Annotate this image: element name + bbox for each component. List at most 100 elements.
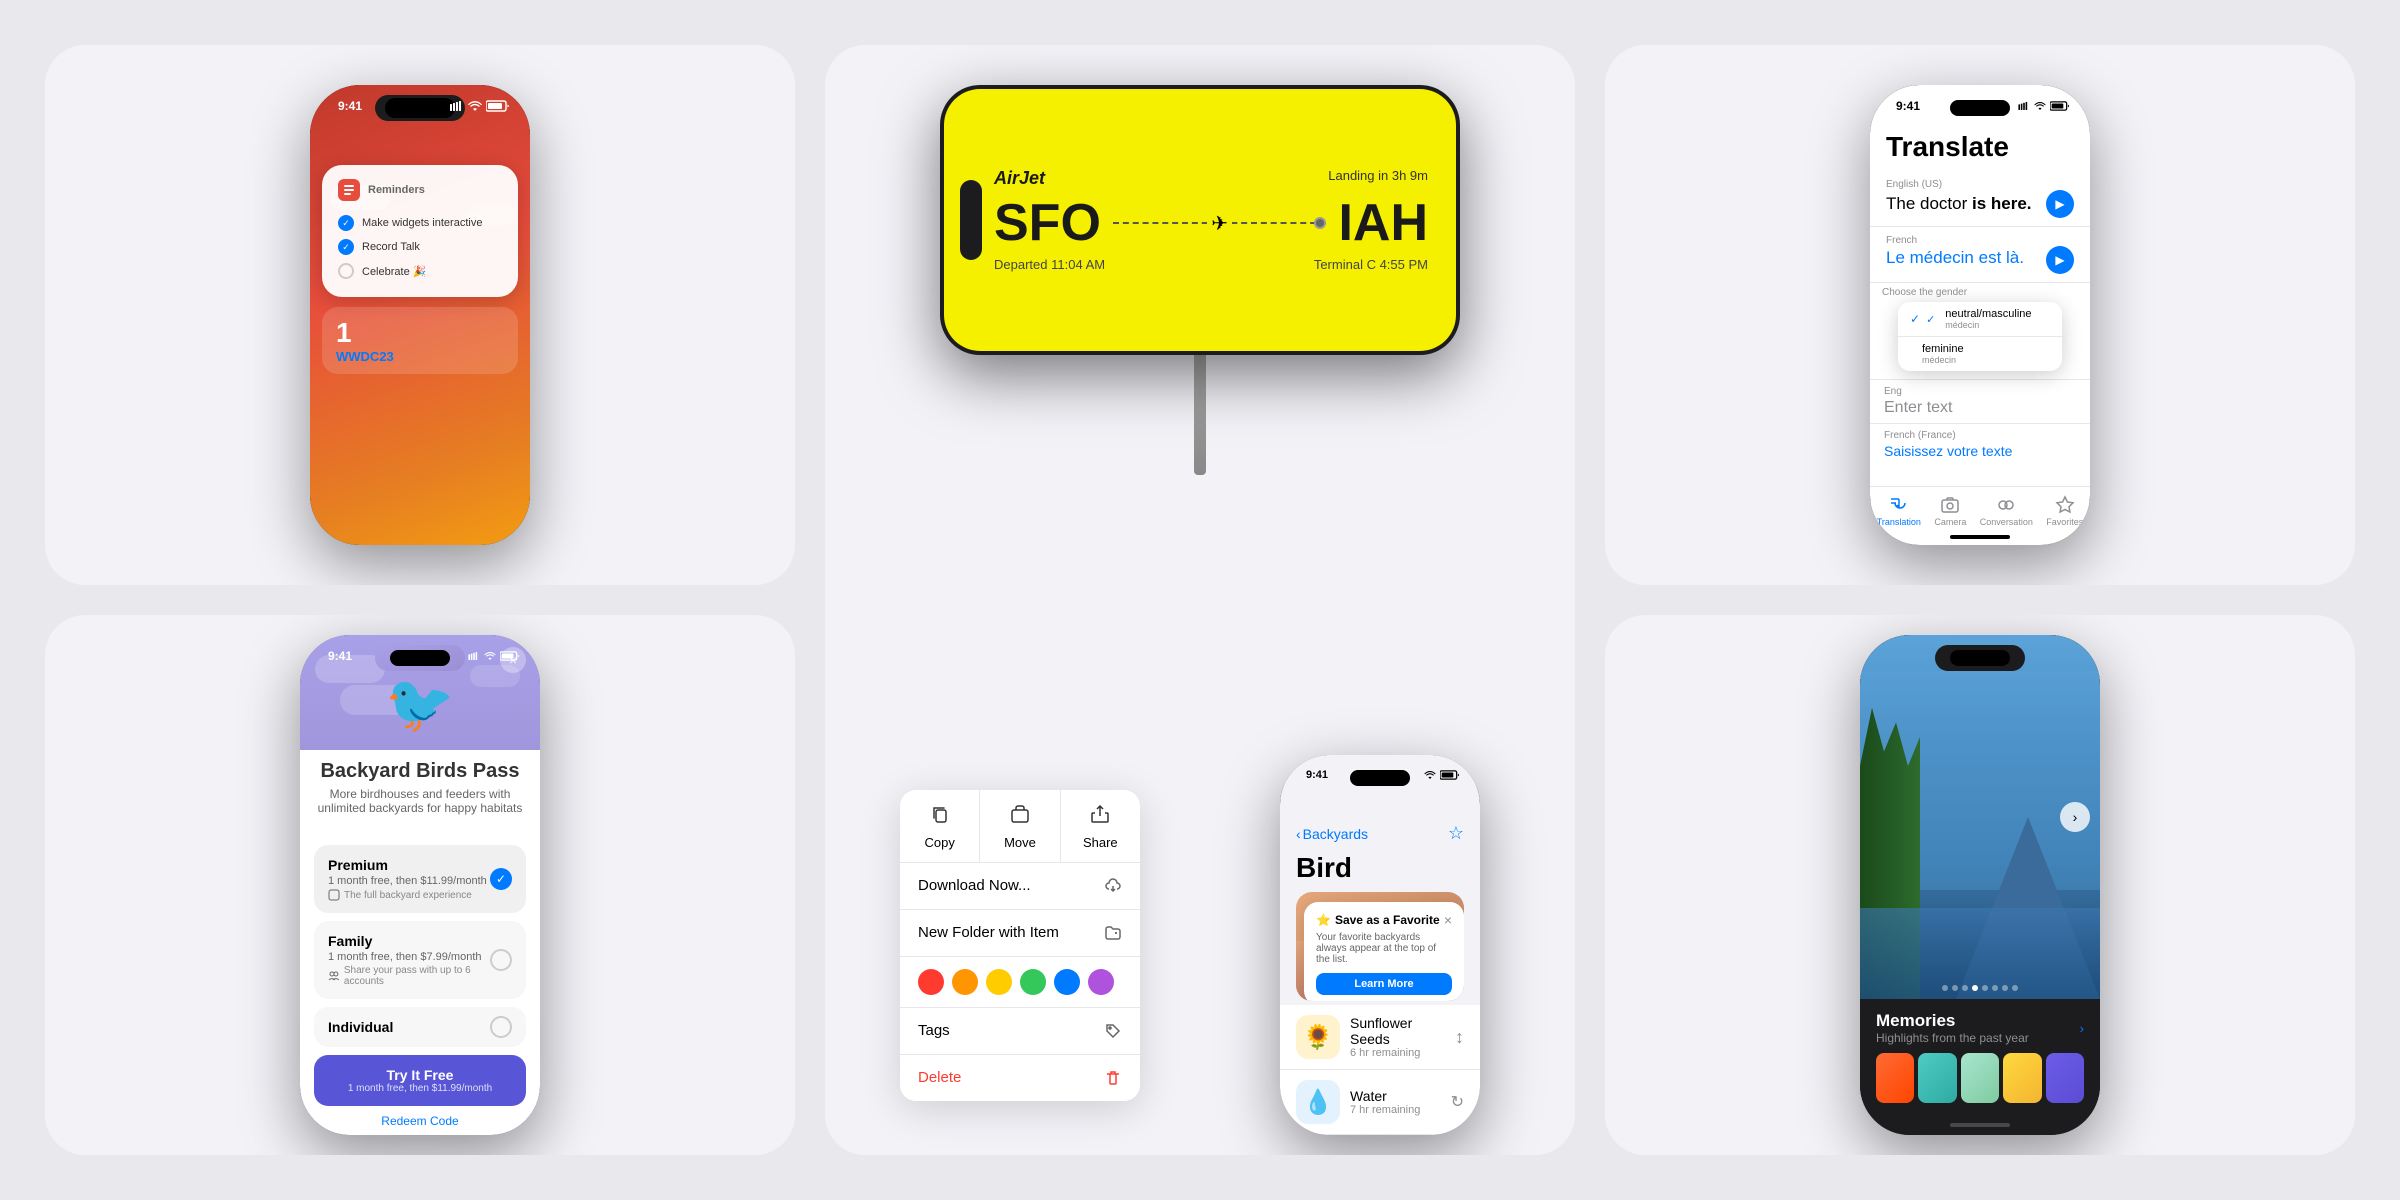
dot-1 (1942, 985, 1948, 991)
tab-favorites[interactable]: Favorites (2046, 495, 2083, 527)
sunflower-icon: 🌻 (1296, 1015, 1340, 1059)
memory-thumb-3[interactable] (1961, 1053, 1999, 1103)
translate-iphone: 9:41 Translate English (US) (1870, 85, 2090, 545)
tab-conversation[interactable]: Conversation (1980, 495, 2033, 527)
context-share-action[interactable]: Share (1061, 790, 1140, 862)
birds-plans-container: Premium 1 month free, then $11.99/month … (300, 835, 540, 1135)
translate-target-section: French (France) Saisissez votre texte (1870, 423, 2090, 465)
translate-target-input[interactable]: Saisissez votre texte (1884, 443, 2076, 459)
memories-subtitle: Highlights from the past year (1876, 1031, 2029, 1045)
reminders-screen: 9:41 (310, 85, 530, 545)
flight-arrow: ✈ (1113, 211, 1327, 236)
dropdown-feminine[interactable]: feminine médecin (1898, 337, 2062, 371)
memories-thumbnails (1876, 1053, 2084, 1103)
photos-iphone: › (1860, 635, 2100, 1135)
home-indicator-translate (1950, 535, 2010, 539)
target-lang2-label: French (France) (1884, 430, 2076, 441)
play-target-btn[interactable]: ▶ (2046, 246, 2074, 274)
play-source-btn[interactable]: ▶ (2046, 190, 2074, 218)
memories-title: Memories (1876, 1011, 2029, 1031)
backyards-favorite-btn[interactable]: ☆ (1448, 823, 1464, 844)
translate-source-section: English (US) The doctor is here. ▶ (1870, 171, 2090, 227)
context-move-action[interactable]: Move (980, 790, 1060, 862)
translate-result-section: French Le médecin est là. ▶ (1870, 227, 2090, 283)
backyards-sunflower-info: Sunflower Seeds 6 hr remaining (1350, 1015, 1445, 1059)
dot-4 (1972, 985, 1978, 991)
photos-next-btn[interactable]: › (2060, 802, 2090, 832)
context-menu-top-actions: Copy Move Share (900, 790, 1140, 863)
context-color-tags (900, 957, 1140, 1008)
memory-thumb-1[interactable] (1876, 1053, 1914, 1103)
color-yellow[interactable] (986, 969, 1012, 995)
context-copy-action[interactable]: Copy (900, 790, 980, 862)
copy-icon (930, 804, 950, 829)
birds-card: 9:41 9:41 (45, 615, 795, 1155)
birds-redeem-btn[interactable]: Redeem Code (314, 1110, 526, 1132)
dot-7 (2002, 985, 2008, 991)
birds-subtitle: More birdhouses and feeders with unlimit… (316, 787, 524, 815)
cloud-download-icon (1104, 877, 1122, 895)
birds-check-premium: ✓ (490, 868, 512, 890)
context-delete-item[interactable]: Delete (900, 1055, 1140, 1101)
flight-airline: AirJet (994, 168, 1045, 189)
dropdown-label: Choose the gender (1882, 287, 2078, 298)
newfolder-label: New Folder with Item (918, 924, 1059, 941)
reminders-card: 9:41 (45, 45, 795, 585)
backyards-tooltip: ⭐ Save as a Favorite × Your favorite bac… (1304, 902, 1464, 1001)
color-red[interactable] (918, 969, 944, 995)
tab-translation[interactable]: Translation (1877, 495, 1921, 527)
gender-dropdown-container: Choose the gender ✓ neutral/masculine mé… (1870, 283, 2090, 379)
reminder-item-1: Make widgets interactive (338, 211, 502, 235)
flight-plane-icon: ✈ (1207, 211, 1232, 236)
date-widget: 1 WWDC23 (322, 307, 518, 374)
tooltip-learn-btn[interactable]: Learn More (1316, 973, 1452, 995)
wwdc-label: WWDC23 (336, 349, 504, 364)
photos-lake-image: › (1860, 635, 2100, 999)
context-download-item[interactable]: Download Now... (900, 863, 1140, 910)
flight-from: SFO (994, 197, 1101, 249)
birds-cta-btn[interactable]: Try It Free 1 month free, then $11.99/mo… (314, 1055, 526, 1106)
translate-result-text: Le médecin est là. (1886, 248, 2024, 268)
tooltip-body: Your favorite backyards always appear at… (1316, 932, 1452, 965)
birds-plan-premium[interactable]: Premium 1 month free, then $11.99/month … (314, 845, 526, 913)
memories-see-all[interactable]: › (2080, 1021, 2084, 1036)
backyards-image: 🌿 🪴 ⭐ Save as a Favorite × (1296, 892, 1464, 1001)
tags-label: Tags (918, 1022, 950, 1039)
photos-dots (1942, 985, 2018, 991)
water-refresh-icon: ↻ (1451, 1092, 1464, 1112)
birds-plan-individual[interactable]: Individual (314, 1007, 526, 1047)
translate-card: 9:41 Translate English (US) (1605, 45, 2355, 585)
translate-source-text: The doctor is here. (1886, 192, 2032, 216)
translate-time: 9:41 (1890, 99, 1920, 113)
translate-screen: 9:41 Translate English (US) (1870, 85, 2090, 545)
move-icon (1010, 804, 1030, 829)
share-icon (1090, 804, 1110, 829)
share-label: Share (1083, 835, 1118, 850)
reminder-item-2: Record Talk (338, 235, 502, 259)
memory-thumb-4[interactable] (2003, 1053, 2041, 1103)
memory-thumb-5[interactable] (2046, 1053, 2084, 1103)
input-lang-label: Eng (1884, 386, 2076, 397)
color-orange[interactable] (952, 969, 978, 995)
flight-pole (1194, 355, 1206, 475)
color-purple[interactable] (1088, 969, 1114, 995)
translate-input[interactable]: Enter text (1884, 399, 2076, 417)
color-blue[interactable] (1054, 969, 1080, 995)
gender-dropdown[interactable]: ✓ neutral/masculine médecin feminine méd… (1898, 302, 2062, 371)
color-green[interactable] (1020, 969, 1046, 995)
water-icon: 💧 (1296, 1080, 1340, 1124)
context-tags-item[interactable]: Tags (900, 1008, 1140, 1055)
backyards-items-list: 🌻 Sunflower Seeds 6 hr remaining ↕ 💧 (1280, 1005, 1480, 1135)
birds-plan-family[interactable]: Family 1 month free, then $7.99/month Sh… (314, 921, 526, 999)
tab-camera[interactable]: Camera (1934, 495, 1966, 527)
flight-notch (960, 180, 982, 260)
sunflower-refresh-icon: ↕ (1455, 1027, 1464, 1048)
trash-icon (1104, 1069, 1122, 1087)
context-newfolder-item[interactable]: New Folder with Item (900, 910, 1140, 957)
birds-pass-title: Backyard Birds Pass (316, 760, 524, 783)
memory-thumb-2[interactable] (1918, 1053, 1956, 1103)
tooltip-close[interactable]: × (1444, 912, 1452, 928)
backyards-back-btn[interactable]: ‹ Backyards (1296, 826, 1368, 842)
flight-card: AirJet Landing in 3h 9m SFO ✈ IAH (825, 45, 1575, 1155)
dropdown-neutral[interactable]: ✓ neutral/masculine médecin (1898, 302, 2062, 336)
